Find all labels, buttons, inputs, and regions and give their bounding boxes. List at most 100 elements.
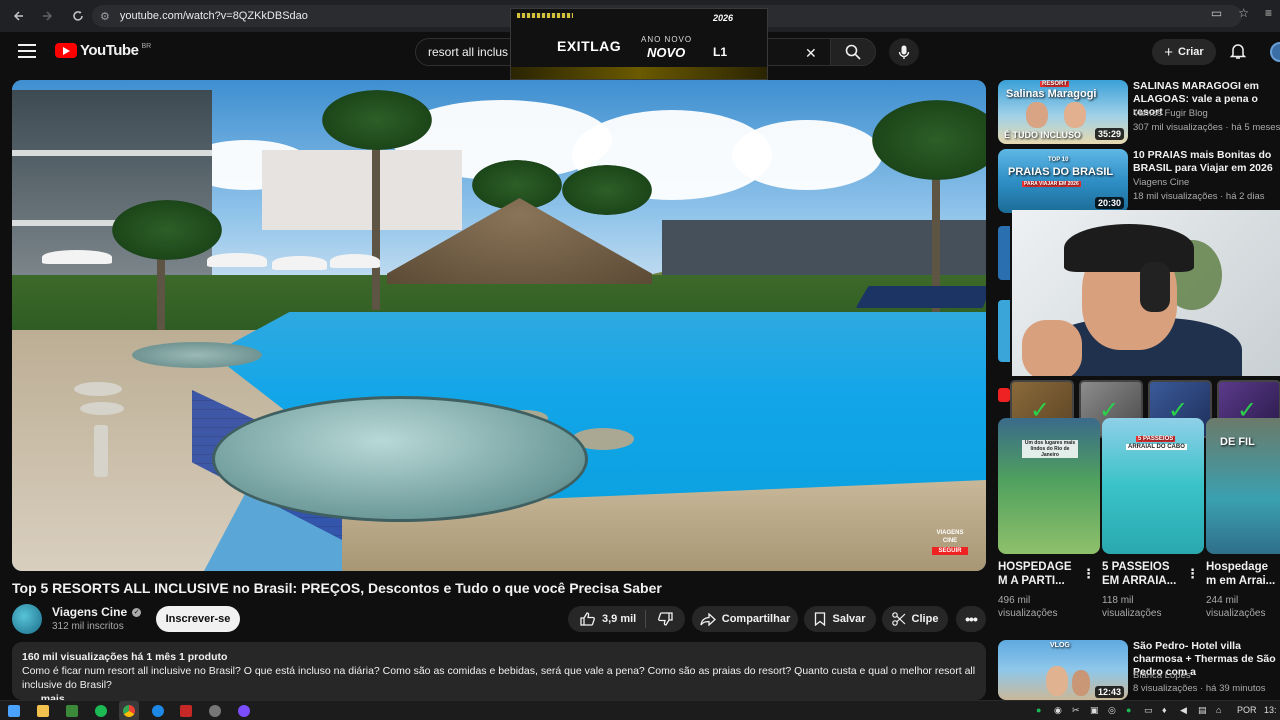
cast-icon[interactable]: ▭	[1211, 6, 1222, 20]
ad-brand: EXITLAG	[557, 38, 622, 54]
channel-watermark[interactable]: VIAGENS CINE SEGUIR	[932, 529, 968, 555]
voice-search-button[interactable]	[889, 38, 919, 66]
app-icon[interactable]	[238, 705, 250, 717]
app-icon[interactable]	[152, 705, 164, 717]
youtube-logo[interactable]: YouTube BR	[55, 42, 151, 59]
video-duration: 12:43	[1094, 686, 1124, 698]
tray-icon[interactable]: ▣	[1090, 705, 1099, 716]
recommendation-stats: 18 mil visualizações · há 2 dias	[1133, 191, 1265, 202]
subscribe-button[interactable]: Inscrever-se	[156, 606, 240, 632]
chrome-icon[interactable]	[123, 705, 135, 717]
recommendation-thumbnail-edge[interactable]	[998, 226, 1010, 280]
network-icon[interactable]: ⌂	[1216, 705, 1221, 715]
site-info-icon[interactable]: ⚙	[100, 10, 110, 23]
short-thumbnail[interactable]: DE FIL	[1206, 418, 1280, 554]
short-title[interactable]: HOSPEDAGE M A PARTI...	[998, 560, 1078, 588]
search-button[interactable]	[830, 38, 876, 66]
channel-name[interactable]: Viagens Cine ✓	[52, 605, 142, 619]
notifications-bell-icon[interactable]	[1229, 42, 1248, 62]
ad-glow	[511, 67, 767, 79]
short-thumbnail[interactable]: Um dos lugares mais lindos do Rio de Jan…	[998, 418, 1100, 554]
ad-year: 2026	[713, 13, 734, 23]
thumbs-up-icon	[580, 612, 595, 626]
tray-icon[interactable]: ●	[1126, 705, 1131, 715]
description-box[interactable]: 160 mil visualizações há 1 mês 1 produto…	[12, 642, 986, 700]
short-thumbnail[interactable]: 5 PASSEIOS ARRAIAL DO CABO	[1102, 418, 1204, 554]
share-button[interactable]: Compartilhar	[692, 606, 798, 632]
share-arrow-icon	[700, 612, 716, 626]
tray-icon[interactable]: ✂	[1072, 705, 1080, 716]
microphone-tray-icon[interactable]: ♦	[1162, 705, 1167, 715]
account-avatar[interactable]	[1270, 42, 1280, 62]
video-stool	[80, 402, 124, 415]
back-arrow-icon[interactable]	[6, 4, 30, 28]
tray-icon[interactable]: ●	[1036, 705, 1041, 715]
bookmark-icon	[815, 612, 826, 626]
thumbs-down-icon	[658, 612, 673, 626]
description-more-link[interactable]: ...mais	[32, 692, 65, 700]
thumb-badge: RESORT	[1040, 81, 1070, 87]
language-indicator[interactable]: POR	[1237, 705, 1257, 715]
video-player[interactable]: VIAGENS CINE SEGUIR	[12, 80, 986, 571]
app-icon[interactable]	[180, 705, 192, 717]
create-label: Criar	[1178, 46, 1204, 58]
recommendation-title[interactable]: 10 PRAIAS mais Bonitas do BRASIL para Vi…	[1133, 149, 1280, 175]
start-menu-icon[interactable]	[8, 705, 20, 717]
clip-label: Clipe	[911, 613, 939, 625]
app-icon[interactable]	[66, 705, 78, 717]
extensions-icon[interactable]: ≡	[1265, 6, 1272, 20]
share-label: Compartilhar	[721, 613, 791, 625]
description-meta: 160 mil visualizações há 1 mês 1 produto	[22, 651, 228, 663]
short-title[interactable]: Hospedage m em Arrai...	[1206, 560, 1278, 588]
dislike-button[interactable]	[646, 612, 685, 626]
more-actions-button[interactable]: •••	[956, 606, 986, 632]
recommendation-item[interactable]: VLOG 12:43 São Pedro- Hotel villa charmo…	[998, 640, 1280, 704]
tray-icon[interactable]: ◎	[1108, 705, 1116, 716]
recommendation-item[interactable]: RESORT Salinas Maragogi É TUDO INCLUSO 3…	[998, 80, 1280, 144]
recommendation-thumbnail[interactable]: RESORT Salinas Maragogi É TUDO INCLUSO 3…	[998, 80, 1128, 144]
more-horizontal-icon: •••	[965, 611, 978, 627]
tray-icon[interactable]: ▭	[1144, 705, 1153, 716]
recommendation-item[interactable]: TOP 10 PRAIAS DO BRASIL PARA VIAJAR EM 2…	[998, 149, 1280, 213]
recommendation-channel[interactable]: Viagens Cine	[1133, 177, 1189, 188]
clock[interactable]: 13:	[1264, 705, 1277, 715]
recommendation-channel[interactable]: Bianca Lopes	[1133, 670, 1191, 681]
short-overlay-text: Um dos lugares mais lindos do Rio de Jan…	[1022, 440, 1078, 458]
short-overlay-text: 5 PASSEIOS	[1136, 436, 1176, 442]
short-menu-icon[interactable]: ⋮	[1082, 566, 1095, 582]
video-umbrella	[207, 253, 267, 267]
exitlag-ad-overlay[interactable]: 2026 EXITLAG ANO NOVO NOVO L1	[510, 8, 768, 80]
tray-icon[interactable]: ▤	[1198, 705, 1207, 716]
clip-button[interactable]: Clipe	[882, 606, 948, 632]
thumb-person	[1026, 102, 1048, 128]
recommendation-thumbnail[interactable]: TOP 10 PRAIAS DO BRASIL PARA VIAJAR EM 2…	[998, 149, 1128, 213]
short-menu-icon[interactable]: ⋮	[1186, 566, 1199, 582]
obs-icon[interactable]	[209, 705, 221, 717]
save-button[interactable]: Salvar	[804, 606, 876, 632]
streamer-webcam	[1012, 210, 1280, 376]
recommendation-stats: 307 mil visualizações · há 5 meses	[1133, 122, 1280, 133]
forward-arrow-icon[interactable]	[36, 4, 60, 28]
discord-tray-icon[interactable]: ◉	[1054, 705, 1062, 716]
reload-icon[interactable]	[66, 4, 90, 28]
short-title[interactable]: 5 PASSEIOS EM ARRAIA...	[1102, 560, 1182, 588]
recommendation-stats: 8 visualizações · há 39 minutos	[1133, 683, 1266, 694]
thumb-badge: TOP 10	[1048, 157, 1069, 163]
watermark-follow: SEGUIR	[932, 547, 968, 555]
bookmark-star-icon[interactable]: ☆	[1238, 6, 1249, 20]
channel-subscribers: 312 mil inscritos	[52, 621, 124, 632]
create-button[interactable]: + Criar	[1152, 39, 1216, 65]
menu-icon[interactable]	[18, 44, 36, 58]
recommendation-thumbnail[interactable]: VLOG 12:43	[998, 640, 1128, 700]
recommendation-thumbnail-edge[interactable]	[998, 300, 1010, 362]
clear-search-icon[interactable]: ✕	[805, 45, 817, 62]
spotify-icon[interactable]	[95, 705, 107, 717]
recommendation-channel[interactable]: Vamos Fugir Blog	[1133, 108, 1208, 119]
channel-avatar[interactable]	[12, 604, 42, 634]
volume-icon[interactable]: ◀	[1180, 705, 1187, 716]
video-palm-leaves	[112, 200, 222, 260]
like-button[interactable]: 3,9 mil	[568, 610, 646, 628]
video-duration: 20:30	[1094, 197, 1124, 209]
thumb-subtitle: É TUDO INCLUSO	[1004, 130, 1082, 140]
file-explorer-icon[interactable]	[37, 705, 49, 717]
